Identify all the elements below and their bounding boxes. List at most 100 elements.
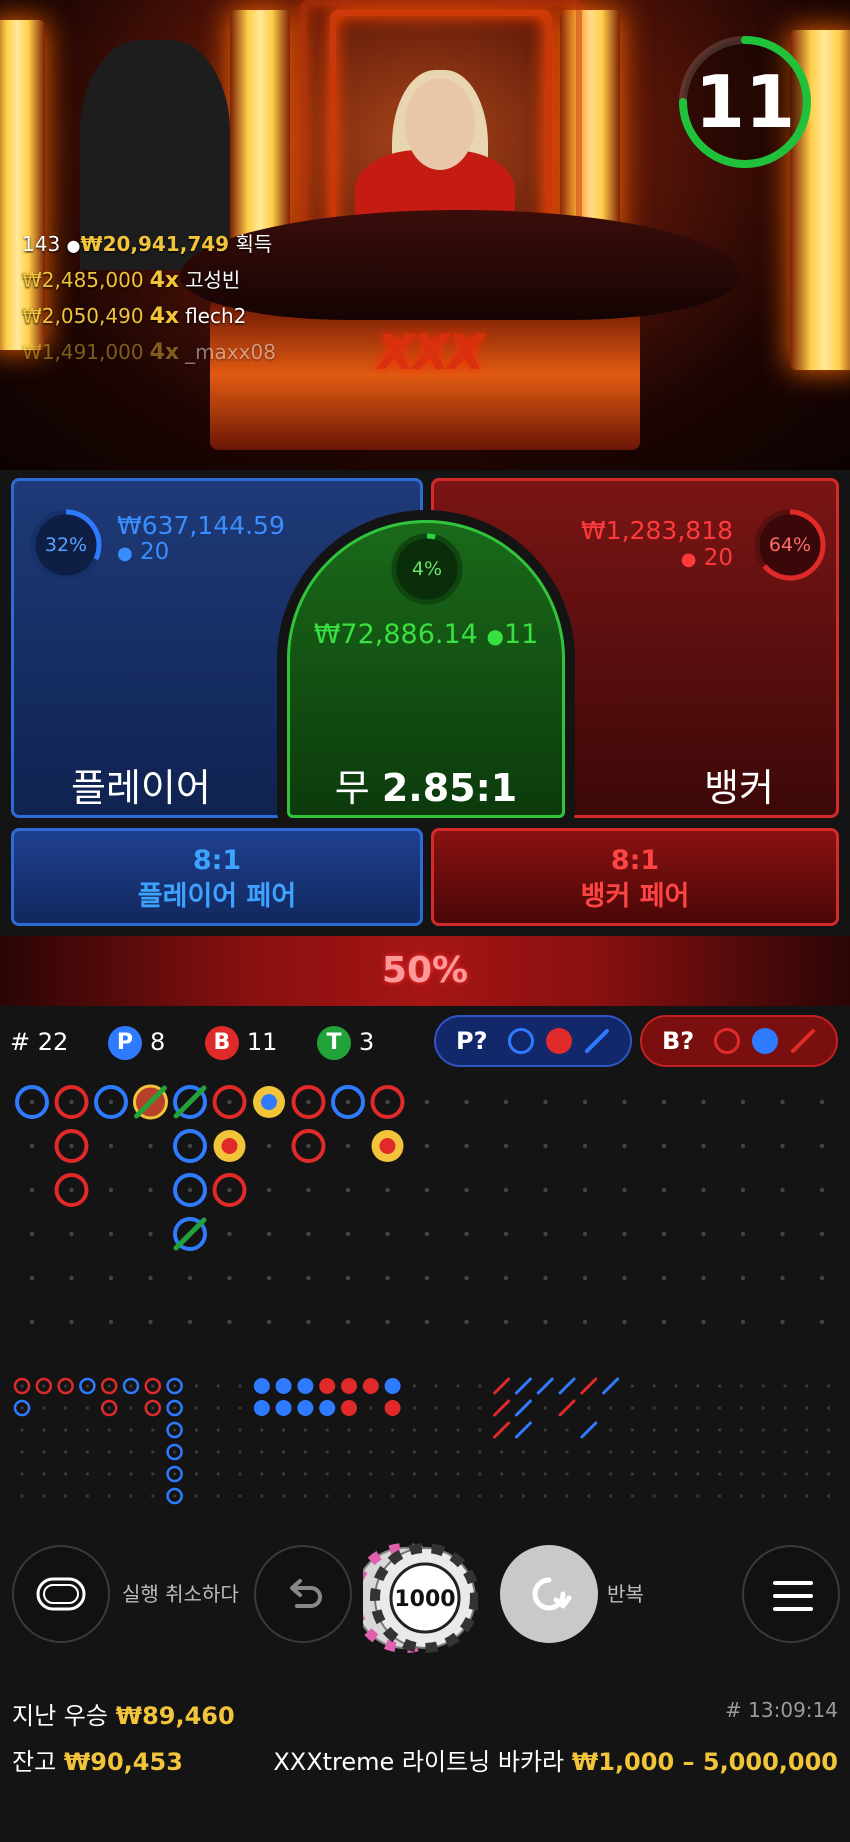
grid-dot — [503, 1099, 509, 1105]
grid-dot — [696, 1406, 700, 1410]
grid-dot — [783, 1406, 787, 1410]
grid-dot — [345, 1143, 351, 1149]
grid-dot — [345, 1231, 351, 1237]
grid-dot — [661, 1187, 667, 1193]
predict-player-button[interactable]: P? — [434, 1015, 632, 1067]
grid-dot — [69, 1099, 74, 1105]
banker-wins-stat: B 11 — [204, 1022, 278, 1062]
grid-dot — [412, 1428, 416, 1432]
grid-dot — [194, 1384, 198, 1388]
predict-banker-button[interactable]: B? — [640, 1015, 838, 1067]
grid-dot — [701, 1231, 706, 1237]
grid-dot — [20, 1406, 24, 1410]
grid-dot — [674, 1406, 678, 1410]
menu-button[interactable] — [742, 1545, 840, 1643]
banker-label: 뱅커 — [704, 766, 774, 810]
grid-dot — [129, 1428, 133, 1432]
grid-dot — [69, 1187, 74, 1193]
grid-dot — [783, 1384, 787, 1388]
banker-wins-count: 11 — [246, 1028, 278, 1056]
grid-dot — [718, 1406, 722, 1410]
grid-dot — [282, 1450, 286, 1454]
grid-dot — [503, 1187, 509, 1193]
grid-dot — [64, 1472, 68, 1476]
grid-dot — [582, 1143, 588, 1149]
grid-dot — [478, 1450, 482, 1454]
menu-icon — [773, 1581, 813, 1611]
grid-dot — [456, 1494, 460, 1498]
grid-dot — [64, 1450, 68, 1454]
player-bet-amount: ₩637,144.59 — [117, 511, 285, 540]
balance-amount: ₩90,453 — [63, 1748, 183, 1776]
undo-button[interactable] — [254, 1545, 352, 1643]
bet-spot-tie[interactable]: 4% ₩72,886.14 ●11 무 2.85:1 — [287, 520, 565, 818]
grid-dot — [827, 1450, 831, 1454]
grid-dot — [582, 1187, 588, 1193]
grid-dot — [129, 1494, 133, 1498]
dealer-head — [405, 78, 475, 170]
grid-dot — [805, 1450, 809, 1454]
grid-dot — [780, 1187, 785, 1193]
grid-dot — [385, 1099, 390, 1105]
grid-dot — [739, 1450, 744, 1454]
grid-dot — [173, 1406, 177, 1410]
grid-dot — [148, 1231, 153, 1237]
grid-dot — [216, 1494, 220, 1498]
grid-dot — [260, 1494, 264, 1498]
grid-dot — [761, 1384, 765, 1388]
grid-dot — [238, 1428, 242, 1432]
grid-dot — [391, 1428, 395, 1432]
chip-selector[interactable]: 1000 — [363, 1540, 478, 1655]
grid-dot — [543, 1494, 547, 1498]
grid-dot — [194, 1450, 198, 1454]
grid-dot — [739, 1428, 744, 1432]
tie-badge: T — [317, 1026, 352, 1060]
winner-name: _maxx08 — [185, 340, 276, 364]
grid-dot — [20, 1450, 24, 1454]
grid-dot — [227, 1319, 232, 1325]
undo-icon — [290, 1579, 322, 1608]
grid-dot — [424, 1319, 430, 1325]
grid-dot — [69, 1275, 74, 1281]
cockroach-road-marker — [514, 1399, 532, 1417]
repeat-button[interactable] — [500, 1545, 598, 1643]
grid-dot — [194, 1472, 198, 1476]
banker-players-count: 20 — [703, 545, 733, 571]
player-players-count: 20 — [140, 539, 170, 565]
bet-spot-player-pair[interactable]: 8:1 플레이어 페어 — [11, 828, 423, 926]
grid-dot — [587, 1494, 591, 1498]
cockroach-road-marker — [580, 1421, 598, 1439]
cockroach-road-marker — [536, 1377, 554, 1395]
grid-dot — [238, 1384, 242, 1388]
tie-label: 무 2.85:1 — [290, 757, 562, 812]
grid-dot — [148, 1275, 153, 1281]
winner-name: 고성빈 — [185, 268, 241, 292]
grid-dot — [85, 1494, 89, 1498]
grid-dot — [521, 1450, 526, 1454]
bet-spot-banker-pair[interactable]: 8:1 뱅커 페어 — [431, 828, 839, 926]
grid-dot — [107, 1384, 111, 1388]
table-name: XXXtreme 라이트닝 바카라 — [273, 1748, 565, 1776]
tie-stat: T3 — [317, 1022, 374, 1062]
grid-dot — [29, 1275, 35, 1281]
winner-row: ₩1,491,000 4x _maxx08 — [22, 334, 276, 370]
grid-dot — [69, 1143, 74, 1149]
grid-dot — [565, 1450, 569, 1454]
grid-dot — [701, 1099, 706, 1105]
grid-dot — [434, 1428, 438, 1432]
grid-dot — [739, 1384, 744, 1388]
table-view-button[interactable] — [12, 1545, 110, 1643]
grid-dot — [587, 1406, 591, 1410]
grid-dot — [674, 1494, 678, 1498]
banker-badge: B — [204, 1026, 239, 1060]
grid-dot — [500, 1472, 504, 1476]
grid-dot — [819, 1319, 825, 1325]
grid-dot — [740, 1319, 746, 1325]
grid-dot — [609, 1494, 613, 1498]
grid-dot — [108, 1143, 114, 1149]
grid-dot — [661, 1275, 667, 1281]
grid-dot — [64, 1494, 68, 1498]
grid-dot — [696, 1384, 700, 1388]
xxx-logo: XXX — [377, 325, 484, 381]
grid-dot — [216, 1406, 220, 1410]
